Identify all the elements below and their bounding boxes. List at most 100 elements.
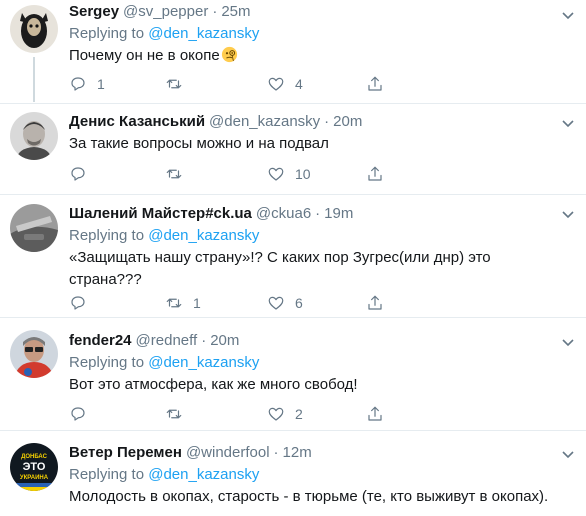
display-name[interactable]: Ветер Перемен: [69, 444, 182, 461]
reply-button[interactable]: 1: [69, 72, 105, 96]
display-name[interactable]: Шалений Майстер#ck.ua: [69, 205, 252, 222]
timestamp[interactable]: 20m: [333, 113, 362, 130]
reply-button[interactable]: [69, 291, 97, 315]
reply-icon: [71, 296, 85, 310]
tweet-actions: 10: [69, 162, 399, 186]
replying-to: Replying to @den_kazansky: [69, 354, 260, 371]
mention-link[interactable]: @den_kazansky: [148, 354, 259, 371]
retweet-button[interactable]: 1: [165, 291, 201, 315]
winderfool-avatar-image: ДОНБАС ЭТО УКРАИНА: [10, 443, 58, 491]
like-count: 4: [295, 76, 303, 92]
avatar-text-line-3: УКРАИНА: [20, 475, 49, 481]
tweet-ckua6[interactable]: Шалений Майстер#ck.ua @ckua6 · 19m Replying…: [0, 195, 586, 318]
heart-icon: [268, 167, 284, 181]
retweet-button[interactable]: [165, 72, 193, 96]
user-handle[interactable]: @sv_pepper: [123, 3, 208, 20]
like-button[interactable]: 2: [267, 402, 303, 426]
user-handle[interactable]: @ckua6: [256, 205, 311, 222]
mention-link[interactable]: @den_kazansky: [148, 466, 259, 483]
retweet-button[interactable]: [165, 162, 193, 186]
display-name[interactable]: Денис Казанський: [69, 113, 205, 130]
tweet-text: За такие вопросы можно и на подвал: [69, 135, 329, 152]
tweet-sergey[interactable]: Sergey @sv_pepper · 25m Replying to @den_ka…: [0, 0, 586, 104]
tweet-fender24[interactable]: fender24 @redneff · 20m Replying to @den_ka…: [0, 318, 586, 431]
replying-to: Replying to @den_kazansky: [69, 466, 260, 483]
chevron-down-icon[interactable]: [560, 449, 576, 461]
like-button[interactable]: 10: [267, 162, 311, 186]
reply-button[interactable]: [69, 402, 97, 426]
timestamp[interactable]: 25m: [221, 3, 250, 20]
separator-dot: ·: [324, 113, 330, 130]
share-icon: [368, 406, 382, 421]
chevron-down-icon[interactable]: [560, 10, 576, 22]
tweet-den-kazansky[interactable]: Денис Казанський @den_kazansky · 20m За так…: [0, 104, 586, 195]
retweet-icon: [166, 169, 182, 179]
avatar[interactable]: [10, 204, 58, 252]
avatar-text-line-2: ЭТО: [23, 461, 46, 473]
share-icon: [368, 295, 382, 310]
avatar[interactable]: [10, 5, 58, 53]
tweet-actions: 1 4: [69, 72, 399, 96]
separator-dot: ·: [201, 332, 207, 349]
separator-dot: ·: [212, 3, 218, 20]
tweet-text: Вот это атмосфера, как же много свобод!: [69, 376, 358, 393]
like-count: 6: [295, 295, 303, 311]
retweet-button[interactable]: [165, 402, 193, 426]
share-button[interactable]: [366, 402, 384, 426]
heart-icon: [268, 407, 284, 421]
mention-link[interactable]: @den_kazansky: [148, 25, 259, 42]
retweet-icon: [166, 298, 182, 308]
chevron-down-icon[interactable]: [560, 118, 576, 130]
share-button[interactable]: [366, 72, 384, 96]
like-count: 2: [295, 406, 303, 422]
heart-icon: [268, 296, 284, 310]
tweet-text: «Защищать нашу страну»!? С каких пор Зуг…: [69, 249, 491, 288]
reply-thread: Sergey @sv_pepper · 25m Replying to @den_ka…: [0, 0, 586, 516]
like-button[interactable]: 4: [267, 72, 303, 96]
avatar-text-line-1: ДОНБАС: [21, 454, 48, 460]
reply-icon: [71, 407, 85, 421]
like-button[interactable]: 6: [267, 291, 303, 315]
sergey-avatar-image: [10, 5, 58, 53]
share-button[interactable]: [366, 162, 384, 186]
timestamp[interactable]: 20m: [210, 332, 239, 349]
face-with-monocle-icon: [221, 46, 238, 63]
tweet-actions: 2: [69, 402, 399, 426]
chevron-down-icon[interactable]: [560, 209, 576, 221]
retweet-count: 1: [193, 295, 201, 311]
share-icon: [368, 76, 382, 91]
replying-to: Replying to @den_kazansky: [69, 227, 260, 244]
display-name[interactable]: Sergey: [69, 3, 119, 20]
display-name[interactable]: fender24: [69, 332, 132, 349]
separator-dot: ·: [273, 444, 279, 461]
user-handle[interactable]: @den_kazansky: [209, 113, 320, 130]
user-handle[interactable]: @redneff: [136, 332, 198, 349]
share-icon: [368, 166, 382, 181]
den-kazansky-avatar-image: [10, 112, 58, 160]
like-count: 10: [295, 166, 311, 182]
avatar[interactable]: ДОНБАС ЭТО УКРАИНА: [10, 443, 58, 491]
reply-icon: [71, 77, 85, 91]
fender24-avatar-image: [10, 330, 58, 378]
avatar[interactable]: [10, 112, 58, 160]
share-button[interactable]: [366, 291, 384, 315]
retweet-icon: [166, 409, 182, 419]
mention-link[interactable]: @den_kazansky: [148, 227, 259, 244]
ckua6-avatar-image: [10, 204, 58, 252]
thread-connector-line: [33, 57, 35, 102]
retweet-icon: [166, 79, 182, 89]
timestamp[interactable]: 12m: [283, 444, 312, 461]
tweet-text: Молодость в окопах, старость - в тюрьме …: [69, 488, 549, 505]
reply-button[interactable]: [69, 162, 97, 186]
separator-dot: ·: [315, 205, 321, 222]
tweet-winderfool[interactable]: ДОНБАС ЭТО УКРАИНА Ветер Перемен @winderf…: [0, 431, 586, 516]
tweet-actions: 1 6: [69, 291, 399, 315]
replying-to: Replying to @den_kazansky: [69, 25, 260, 42]
reply-icon: [71, 167, 85, 181]
timestamp[interactable]: 19m: [324, 205, 353, 222]
user-handle[interactable]: @winderfool: [186, 444, 270, 461]
heart-icon: [268, 77, 284, 91]
chevron-down-icon[interactable]: [560, 337, 576, 349]
tweet-text: Почему он не в окопе: [69, 45, 574, 67]
avatar[interactable]: [10, 330, 58, 378]
